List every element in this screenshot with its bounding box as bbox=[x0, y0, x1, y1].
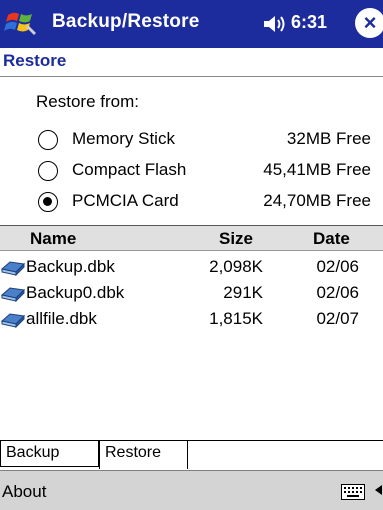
backup-file-icon bbox=[1, 261, 25, 276]
option-label[interactable]: Compact Flash bbox=[72, 160, 186, 180]
option-memory-stick[interactable]: Memory Stick 32MB Free bbox=[0, 128, 383, 156]
file-size: 291K bbox=[223, 283, 263, 302]
radio-memory-stick[interactable] bbox=[38, 130, 58, 150]
option-free-space: 45,41MB Free bbox=[263, 160, 371, 179]
tab-restore[interactable]: Restore bbox=[99, 441, 188, 469]
option-free-space: 24,70MB Free bbox=[263, 191, 371, 210]
backup-file-icon bbox=[1, 313, 25, 328]
table-row[interactable]: allfile.dbk 1,815K 02/07 bbox=[0, 308, 383, 333]
close-button[interactable]: × bbox=[355, 8, 383, 38]
file-date: 02/07 bbox=[316, 309, 359, 328]
column-header-name[interactable]: Name bbox=[30, 229, 76, 249]
page-title: Restore bbox=[3, 51, 67, 70]
file-name: Backup.dbk bbox=[26, 257, 115, 276]
option-label[interactable]: Memory Stick bbox=[72, 129, 175, 149]
option-label[interactable]: PCMCIA Card bbox=[72, 191, 179, 211]
clock[interactable]: 6:31 bbox=[291, 12, 327, 33]
file-name: Backup0.dbk bbox=[26, 283, 125, 302]
input-menu-arrow-icon[interactable] bbox=[374, 483, 383, 497]
option-pcmcia-card[interactable]: PCMCIA Card 24,70MB Free bbox=[0, 190, 383, 218]
speaker-icon[interactable] bbox=[262, 14, 288, 34]
file-list-header: Name Size Date bbox=[0, 225, 383, 251]
windows-flag-icon[interactable] bbox=[4, 5, 38, 39]
menu-bar: About bbox=[0, 470, 383, 510]
file-size: 1,815K bbox=[209, 309, 263, 328]
file-date: 02/06 bbox=[316, 283, 359, 302]
radio-compact-flash[interactable] bbox=[38, 161, 58, 181]
file-name: allfile.dbk bbox=[26, 309, 97, 328]
file-size: 2,098K bbox=[209, 257, 263, 276]
radio-pcmcia-card[interactable] bbox=[38, 192, 58, 212]
file-list[interactable]: Name Size Date Backup.dbk 2,098K 02/06 B… bbox=[0, 225, 383, 440]
backup-file-icon bbox=[1, 287, 25, 302]
about-menu[interactable]: About bbox=[2, 482, 46, 502]
column-header-date[interactable]: Date bbox=[313, 229, 350, 249]
page-header: Restore bbox=[0, 48, 383, 77]
option-compact-flash[interactable]: Compact Flash 45,41MB Free bbox=[0, 159, 383, 187]
app-title: Backup/Restore bbox=[52, 11, 200, 32]
column-header-size[interactable]: Size bbox=[219, 229, 253, 249]
table-row[interactable]: Backup.dbk 2,098K 02/06 bbox=[0, 256, 383, 281]
title-bar: Backup/Restore 6:31 × bbox=[0, 0, 383, 48]
keyboard-icon[interactable] bbox=[341, 484, 365, 500]
file-date: 02/06 bbox=[316, 257, 359, 276]
tab-backup[interactable]: Backup bbox=[0, 441, 99, 467]
tab-strip: Backup Restore bbox=[0, 440, 383, 471]
restore-from-label: Restore from: bbox=[36, 92, 139, 111]
option-free-space: 32MB Free bbox=[286, 129, 371, 148]
table-row[interactable]: Backup0.dbk 291K 02/06 bbox=[0, 282, 383, 307]
